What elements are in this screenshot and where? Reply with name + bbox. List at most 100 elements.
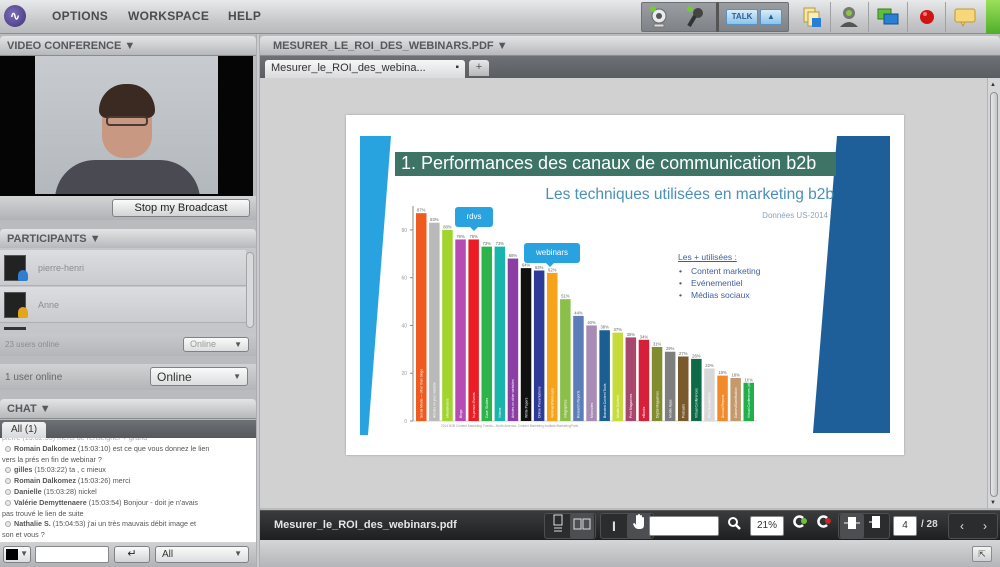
microphone-icon[interactable] (680, 2, 712, 32)
pdf-file-name: Mesurer_le_ROI_des_webinars.pdf (274, 519, 457, 531)
bar-value-label: 37% (614, 327, 623, 332)
bar-value-label: 40% (587, 320, 596, 325)
two-page-view-icon[interactable] (570, 514, 594, 538)
scroll-up-icon[interactable]: ▲ (990, 82, 996, 88)
bar-chart: 0 20 40 60 80 87% Social Media — other than bl… (401, 206, 757, 428)
search-icon[interactable] (722, 514, 746, 538)
next-page-button[interactable]: › (973, 514, 997, 538)
add-tab-button[interactable]: + (469, 60, 489, 76)
callout-rdvs: rdvs (455, 207, 493, 231)
text-color-picker[interactable]: ▼ (3, 546, 31, 563)
bullet-item: Médias sociaux (679, 289, 760, 301)
category-label: Annual Reports (721, 394, 725, 418)
chevron-down-icon: ▼ (233, 372, 241, 381)
chat-header[interactable]: CHAT ▼ (0, 399, 256, 419)
previous-page-button[interactable]: ‹ (950, 514, 974, 538)
participant-item[interactable]: Anne (0, 287, 246, 323)
users-online-count: 23 users online (5, 340, 60, 349)
document-header[interactable]: MESURER_LE_ROI_DES_WEBINARS.PDF ▼ (260, 36, 1000, 56)
chat-tab-all[interactable]: All (1) (2, 422, 46, 438)
video-conference-header[interactable]: VIDEO CONFERENCE ▼ (0, 36, 256, 56)
participants-footer: 23 users online Online ▼ (0, 334, 256, 356)
toolbar-grip (716, 2, 719, 32)
share-document-icon[interactable] (796, 2, 828, 32)
toolbar-status-strip (986, 0, 1000, 34)
category-label: Online Presentations (537, 386, 541, 418)
webcam-video-feed (35, 56, 218, 194)
chat-message-continuation: pas trouvé le lien de suite (2, 508, 84, 518)
chat-bubble-icon[interactable] (949, 2, 981, 32)
category-label: Podcasts (681, 404, 685, 418)
chat-message: Nathalie S. (15:04:53) j'ai un très mauv… (0, 519, 256, 530)
category-label: Virtual Conferences (other) (747, 377, 751, 418)
send-message-button[interactable]: ↵ (114, 546, 150, 563)
chat-message: Valérie Demyttenaere (15:03:54) Bonjour … (0, 498, 256, 509)
category-label: Digital Magazines (655, 391, 659, 418)
bar-value-label: 18% (731, 373, 740, 378)
category-label: Articles on your website (433, 382, 437, 418)
viewer-scrollbar[interactable]: ▲ ▼ (987, 78, 1000, 508)
record-icon[interactable] (911, 2, 943, 32)
menu-options[interactable]: OPTIONS (52, 9, 108, 23)
webcam-icon[interactable] (643, 2, 675, 32)
fullscreen-icon[interactable]: ⇱ (972, 546, 992, 562)
bar-value-label: 64% (522, 263, 531, 268)
fit-page-icon[interactable] (864, 514, 888, 538)
bar-value-label: 63% (535, 265, 544, 270)
bar-value-label: 31% (653, 341, 662, 346)
category-label: Infographics (564, 399, 568, 418)
chat-time: (15:03:22) (34, 465, 68, 475)
chat-author: Romain Dalkomez (14, 476, 76, 486)
zoom-level[interactable]: 21% (750, 516, 784, 536)
chevron-down-icon: ▼ (234, 340, 242, 349)
category-label: Mobile Apps (668, 399, 672, 418)
chat-text: Bonjour - doit je n'avais (123, 497, 198, 507)
document-icon: ▪ (455, 62, 459, 73)
talk-button[interactable]: TALK (726, 9, 758, 25)
zoom-in-icon[interactable] (788, 514, 812, 538)
category-label: Articles on other websites (511, 379, 515, 418)
participant-name: Anne (38, 300, 60, 310)
chat-text: nickel (78, 486, 97, 496)
app-logo-icon: ∿ (4, 5, 26, 27)
stop-broadcast-button[interactable]: Stop my Broadcast (112, 199, 250, 217)
participants-list: pierre-henri Anne (0, 248, 256, 334)
chat-input-bar: ▼ ↵ All ▼ (0, 542, 256, 567)
zoom-out-icon[interactable] (812, 514, 836, 538)
bar (481, 246, 492, 421)
bar-value-label: 19% (718, 370, 727, 375)
participants-scrollbar[interactable] (246, 252, 254, 328)
bullets-heading: Les + utilisées : (678, 252, 737, 262)
my-status-select[interactable]: Online ▼ (150, 367, 248, 386)
pdf-search-input[interactable] (649, 516, 719, 536)
self-users-online: 1 user online (5, 372, 63, 383)
chat-text: merci (112, 476, 131, 486)
participant-item[interactable]: pierre-henri (0, 250, 246, 286)
bar-value-label: 83% (430, 217, 439, 222)
chat-message-input[interactable] (35, 546, 109, 563)
status-bar-left: 1 user online Online ▼ (0, 364, 256, 390)
add-participant-icon[interactable] (834, 2, 866, 32)
participants-status-select[interactable]: Online ▼ (183, 337, 249, 352)
single-page-view-icon[interactable] (546, 514, 570, 538)
fit-width-icon[interactable] (840, 514, 864, 538)
toolbar-separator (830, 2, 831, 32)
text-select-icon[interactable]: I (602, 514, 626, 538)
chat-recipient-select[interactable]: All ▼ (155, 546, 249, 563)
hand-tool-icon[interactable] (627, 514, 651, 538)
total-pages: / 28 (921, 519, 938, 530)
category-label: Mobile Content (616, 395, 620, 418)
scrollbar-thumb[interactable] (990, 92, 998, 497)
chat-author: Danielle (14, 486, 42, 496)
scroll-down-icon[interactable]: ▼ (990, 500, 996, 506)
screen-share-icon[interactable] (872, 2, 904, 32)
menu-workspace[interactable]: WORKSPACE (128, 9, 209, 23)
participants-header[interactable]: PARTICIPANTS ▼ (0, 229, 256, 249)
document-tab[interactable]: Mesurer_le_ROI_des_webina... ▪ (265, 60, 465, 78)
category-label: eBooks (642, 406, 646, 418)
talk-lock-button[interactable]: ▲ (760, 9, 782, 25)
menu-help[interactable]: HELP (228, 9, 261, 23)
current-page-input[interactable]: 4 (893, 516, 917, 536)
bullet-list: Content marketing Evénementiel Médias so… (679, 265, 760, 301)
y-tick-label: 60 (401, 276, 407, 282)
